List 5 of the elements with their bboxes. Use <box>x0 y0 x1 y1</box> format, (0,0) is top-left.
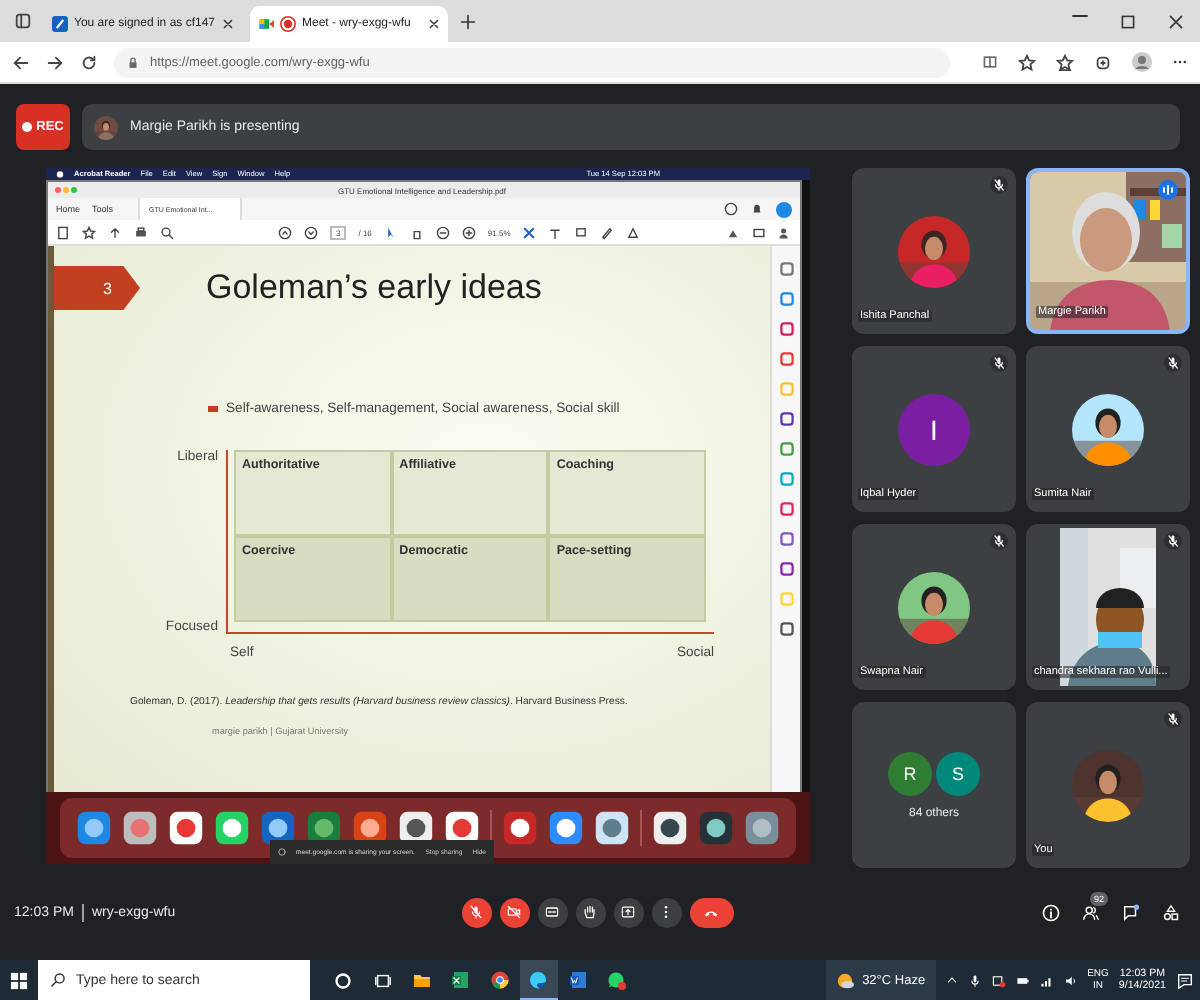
avatar-initial: I <box>898 393 970 465</box>
slide-number: 3 <box>54 266 140 310</box>
avatar-initial: R <box>888 751 932 795</box>
avatar-initial: S <box>936 751 980 795</box>
slide-title: Goleman’s early ideas <box>206 268 542 308</box>
